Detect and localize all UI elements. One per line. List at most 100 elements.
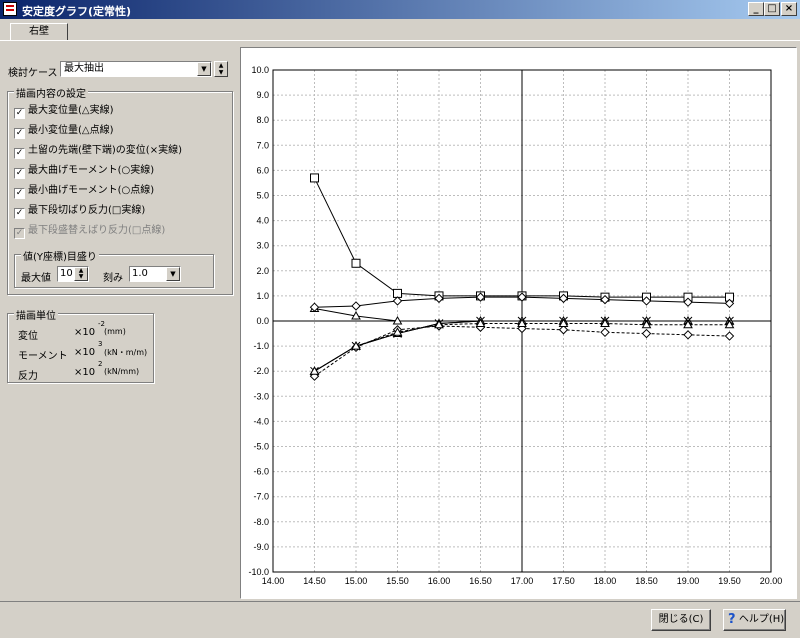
- unit-exp: 2: [98, 360, 103, 368]
- y-tick-label: 0.0: [256, 316, 269, 326]
- y-tick-label: -8.0: [253, 517, 269, 527]
- x-tick-label: 14.50: [303, 576, 326, 586]
- checkbox-max-displacement[interactable]: ✓ 最大変位量(△実線): [14, 104, 114, 119]
- x-tick-label: 17.50: [552, 576, 575, 586]
- tab-strip: 右壁: [0, 19, 800, 41]
- max-value-label: 最大値: [21, 273, 51, 284]
- x-tick-label: 20.00: [760, 576, 783, 586]
- y-scale-title: 値(Y座標)目盛り: [21, 248, 99, 263]
- stability-chart-panel: 14.00 14.50 15.00 15.50 16.00 16.50 17.00 17.50…: [240, 47, 797, 599]
- unit-exp: 3: [98, 340, 103, 348]
- y-tick-label: -6.0: [253, 467, 269, 477]
- spin-icon[interactable]: ▲ ▼: [74, 267, 88, 281]
- minimize-button[interactable]: _: [748, 2, 764, 16]
- square-marker: [310, 173, 319, 183]
- checkmark-icon: ✓: [14, 108, 25, 119]
- x-tick-label: 19.50: [718, 576, 741, 586]
- title-bar: 安定度グラフ(定常性) _ □ ×: [0, 0, 800, 19]
- y-tick-label: -3.0: [253, 391, 269, 401]
- y-tick-label: 7.0: [256, 140, 269, 150]
- x-tick-label: 16.50: [469, 576, 492, 586]
- checkmark-icon: ✓: [14, 128, 25, 139]
- unit-value: (kN/mm): [104, 367, 140, 376]
- help-icon: ?: [728, 612, 736, 627]
- y-tick-label: 4.0: [256, 216, 269, 226]
- checkmark-icon: ✓: [14, 228, 25, 239]
- checkbox-max-moment[interactable]: ✓ 最大曲げモーメント(○実線): [14, 164, 154, 179]
- square-marker: [393, 288, 402, 298]
- display-settings-title: 描画内容の設定: [14, 85, 88, 100]
- diamond-marker: [351, 301, 361, 311]
- checkbox-min-displacement[interactable]: ✓ 最小変位量(△点線): [14, 124, 114, 139]
- maximize-button[interactable]: □: [764, 2, 780, 16]
- units-title: 描画単位: [14, 307, 58, 322]
- bottom-divider: [0, 601, 800, 602]
- unit-name: モーメント: [18, 351, 68, 362]
- step-label: 刻み: [103, 273, 123, 284]
- x-tick-label: 16.00: [428, 576, 451, 586]
- unit-value: (kN・m/m): [104, 348, 148, 357]
- checkmark-icon: ✓: [14, 148, 25, 159]
- unit-value: (mm): [104, 327, 126, 336]
- close-button[interactable]: 閉じる(C): [651, 609, 711, 631]
- case-spinner[interactable]: ▲ ▼: [214, 61, 228, 77]
- x-tick-label: 14.00: [262, 576, 285, 586]
- unit-name: 変位: [18, 331, 38, 342]
- y-tick-label: -4.0: [253, 416, 269, 426]
- x-tick-label: 17.00: [511, 576, 534, 586]
- unit-base: ×10: [74, 347, 96, 358]
- y-tick-label: 5.0: [256, 191, 269, 201]
- checkmark-icon: ✓: [14, 208, 25, 219]
- tab-right-wall[interactable]: 右壁: [10, 23, 68, 41]
- y-tick-label: 9.0: [256, 90, 269, 100]
- y-tick-label: -10.0: [248, 567, 269, 577]
- y-tick-label: -9.0: [253, 542, 269, 552]
- x-tick-label: 19.00: [677, 576, 700, 586]
- help-button[interactable]: ? ヘルプ(H): [723, 609, 786, 631]
- y-scale-group: 値(Y座標)目盛り 最大値 10 ▲ ▼ 刻み 1.0 ▼: [14, 248, 214, 288]
- step-select[interactable]: 1.0 ▼: [129, 266, 181, 282]
- max-value-input[interactable]: 10 ▲ ▼: [57, 266, 89, 282]
- chevron-down-icon[interactable]: ▼: [166, 267, 180, 281]
- y-tick-label: -1.0: [253, 341, 269, 351]
- unit-name: 反力: [18, 371, 38, 382]
- y-tick-label: 10.0: [251, 65, 269, 75]
- chevron-down-icon[interactable]: ▼: [197, 62, 211, 76]
- unit-base: ×10: [74, 367, 96, 378]
- units-group: 描画単位 変位 ×10 -2 (mm) モーメント ×10 3 (kN・m/m)…: [7, 307, 154, 383]
- diamond-marker: [641, 328, 652, 339]
- y-tick-label: 6.0: [256, 165, 269, 175]
- diamond-marker: [683, 330, 693, 340]
- y-tick-label: 8.0: [256, 115, 269, 125]
- checkbox-min-moment[interactable]: ✓ 最小曲げモーメント(○点線): [14, 184, 154, 199]
- y-tick-label: 2.0: [256, 266, 269, 276]
- square-marker: [351, 258, 361, 268]
- x-tick-label: 18.50: [635, 576, 658, 586]
- diamond-marker: [600, 327, 610, 338]
- y-tick-label: -2.0: [253, 366, 269, 376]
- x-tick-label: 15.50: [386, 576, 409, 586]
- y-tick-label: 3.0: [256, 241, 269, 251]
- checkbox-strut-reaction[interactable]: ✓ 最下段切ばり反力(□実線): [14, 204, 145, 219]
- close-window-button[interactable]: ×: [781, 2, 797, 16]
- unit-base: ×10: [74, 327, 96, 338]
- window-title: 安定度グラフ(定常性): [22, 5, 132, 18]
- settings-panel: 検討ケース 最大抽出 ▼ ▲ ▼ 描画内容の設定 ✓ 最大変位量(△実線) ✓ 最小変…: [0, 41, 240, 601]
- x-tick-label: 15.00: [345, 576, 368, 586]
- checkbox-restrut-reaction: ✓ 最下段盛替えばり反力(□点線): [14, 225, 166, 239]
- case-label: 検討ケース: [8, 68, 58, 79]
- checkmark-icon: ✓: [14, 188, 25, 199]
- case-select[interactable]: 最大抽出 ▼: [60, 61, 212, 77]
- y-tick-label: -5.0: [253, 442, 269, 452]
- checkbox-wall-tip-displacement[interactable]: ✓ 土留の先端(壁下端)の変位(×実線): [14, 144, 182, 159]
- checkmark-icon: ✓: [14, 168, 25, 179]
- diamond-marker: [392, 296, 403, 306]
- stability-chart: 14.00 14.50 15.00 15.50 16.00 16.50 17.00 17.50…: [248, 65, 783, 586]
- y-tick-label: -7.0: [253, 492, 269, 502]
- case-select-value: 最大抽出: [64, 63, 104, 74]
- display-settings-group: 描画内容の設定 ✓ 最大変位量(△実線) ✓ 最小変位量(△点線) ✓ 土留の先端(壁…: [7, 85, 233, 295]
- app-icon: [3, 2, 17, 16]
- x-tick-label: 18.00: [594, 576, 617, 586]
- y-tick-label: 1.0: [256, 291, 269, 301]
- diamond-marker: [724, 331, 735, 341]
